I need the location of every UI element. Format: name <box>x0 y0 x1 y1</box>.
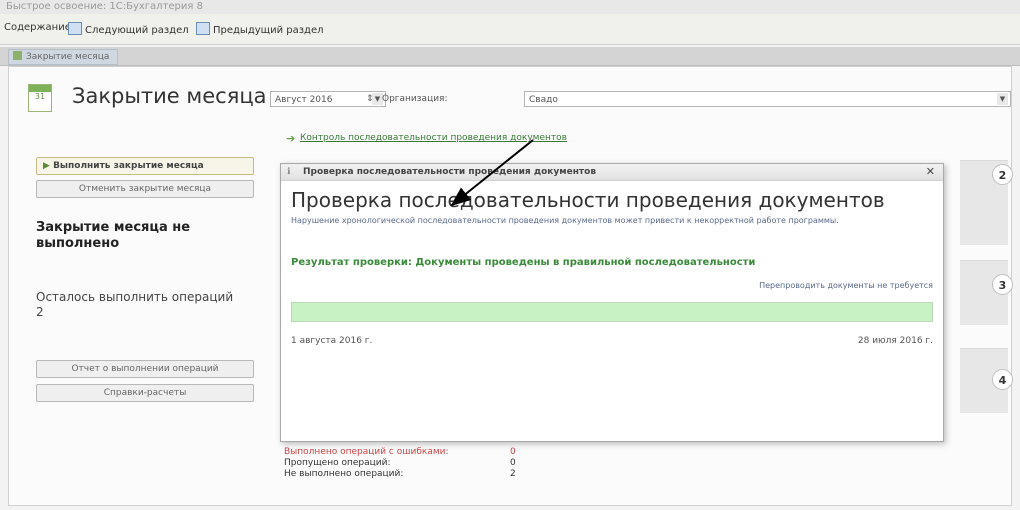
annotation-arrow <box>450 139 534 207</box>
